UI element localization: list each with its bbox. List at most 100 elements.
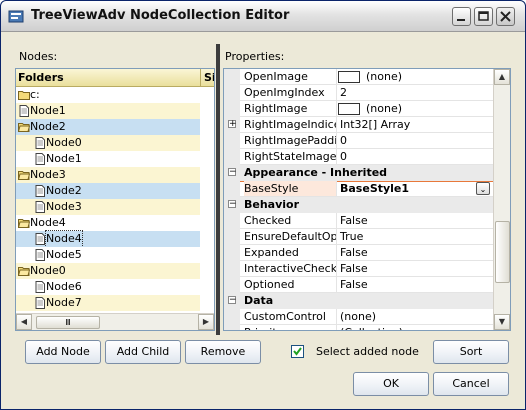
tree-node[interactable]: Node0 (16, 135, 214, 151)
property-grid[interactable]: OpenImage (none) OpenImgIndex 2 RightImage (n… (223, 68, 511, 331)
chevron-down-icon[interactable]: ⌄ (476, 182, 490, 195)
tree-node[interactable]: Node6 (16, 279, 214, 295)
property-row[interactable]: OpenImgIndex 2 (224, 85, 494, 101)
property-row[interactable]: Expanded False (224, 245, 494, 261)
remove-label: Remove (200, 345, 246, 358)
tree-node[interactable]: Node2 (16, 183, 214, 199)
document-icon (35, 153, 45, 165)
sort-button[interactable]: Sort (433, 340, 509, 364)
add-node-button[interactable]: Add Node (25, 340, 101, 364)
property-row[interactable]: RightImagePadding 0 (224, 133, 494, 149)
property-value[interactable]: False (340, 277, 368, 293)
tree-node[interactable]: c: (16, 87, 214, 103)
property-name: RightImageIndices (244, 118, 336, 131)
property-value[interactable]: (none) (340, 309, 376, 325)
tree-node-label: Node0 (46, 136, 82, 149)
scroll-left-button[interactable]: ◀ (16, 314, 32, 330)
tree-node[interactable]: Node4 (16, 215, 214, 231)
property-category[interactable]: − Appearance - Inherited (224, 165, 510, 181)
property-value[interactable]: 2 (340, 85, 347, 101)
document-icon (35, 249, 45, 261)
property-value[interactable]: True (340, 229, 363, 245)
property-value[interactable]: 0 (340, 149, 347, 165)
property-name: Expanded (244, 246, 299, 259)
document-icon (35, 185, 45, 197)
property-value[interactable]: (Collection) (340, 325, 403, 330)
panel-splitter[interactable] (216, 44, 220, 335)
tree-scroll-thumb[interactable]: Ⅲ (36, 316, 100, 329)
tree-node[interactable]: Node7 (16, 295, 214, 311)
property-row[interactable]: + RightImageIndices Int32[] Array (224, 117, 494, 133)
tree-horizontal-scrollbar[interactable]: ◀ Ⅲ ▶ (16, 313, 214, 330)
property-row[interactable]: CustomControl (none) (224, 309, 494, 325)
tree-node-label: Node0 (30, 264, 66, 277)
scroll-up-button[interactable]: ▲ (494, 69, 510, 85)
tree-node[interactable]: Node1 (16, 103, 214, 119)
property-name: CustomControl (244, 310, 326, 323)
property-vertical-scrollbar[interactable]: ▲ ▼ (493, 69, 510, 330)
property-name: InteractiveCheckB (244, 262, 336, 275)
remove-button[interactable]: Remove (185, 340, 261, 364)
property-value[interactable]: (none) (366, 69, 402, 85)
title-bar[interactable]: TreeViewAdv NodeCollection Editor (1, 1, 525, 32)
tree-node-label: Node3 (46, 200, 82, 213)
column-header-folders[interactable]: Folders (18, 71, 64, 84)
tree-node-label: Node4 (45, 230, 83, 248)
column-header-size[interactable]: Si (204, 71, 214, 84)
property-row[interactable]: Priority (Collection) (224, 325, 494, 330)
cancel-button[interactable]: Cancel (433, 372, 509, 396)
property-row[interactable]: RightImage (none) (224, 101, 494, 117)
property-row[interactable]: Optioned False (224, 277, 494, 293)
select-added-node-label[interactable]: Select added node (316, 345, 419, 358)
document-icon (35, 281, 45, 293)
collapse-icon[interactable]: − (228, 168, 237, 177)
tree-node[interactable]: Node3 (16, 199, 214, 215)
property-row[interactable]: InteractiveCheckB False (224, 261, 494, 277)
property-scroll-thumb[interactable] (495, 221, 510, 283)
property-value[interactable]: 0 (340, 133, 347, 149)
property-value[interactable]: Int32[] Array (340, 117, 410, 133)
property-category[interactable]: − Data (224, 293, 510, 309)
tree-node[interactable]: Node2 (16, 119, 214, 135)
property-name: Priority (244, 325, 336, 330)
checkmark-icon (293, 347, 302, 356)
property-value[interactable]: (none) (366, 101, 402, 117)
tree-node[interactable]: Node0 (16, 263, 214, 279)
property-row[interactable]: Checked False (224, 213, 494, 229)
category-label: Data (244, 294, 274, 307)
property-row[interactable]: OpenImage (none) (224, 69, 494, 85)
collapse-icon[interactable]: − (228, 296, 237, 305)
property-row[interactable]: EnsureDefaultOptio True (224, 229, 494, 245)
property-row[interactable]: BaseStyle BaseStyle1 ⌄ (224, 181, 494, 197)
folder-open-icon (18, 123, 30, 132)
nodes-tree[interactable]: Folders Si c: Node1 Node2 Node0 Node1 Node3 No… (15, 68, 215, 331)
tree-node[interactable]: Node1 (16, 151, 214, 167)
ok-button[interactable]: OK (353, 372, 429, 396)
expand-icon[interactable]: + (228, 120, 237, 129)
close-button[interactable] (496, 7, 515, 26)
tree-node-label: Node5 (46, 248, 82, 261)
scroll-right-button[interactable]: ▶ (198, 314, 214, 330)
tree-node-label: c: (30, 88, 40, 101)
maximize-icon (478, 11, 489, 21)
property-category[interactable]: − Behavior (224, 197, 510, 213)
property-value[interactable]: False (340, 213, 368, 229)
tree-node-label: Node6 (46, 280, 82, 293)
scroll-down-button[interactable]: ▼ (494, 314, 510, 330)
app-icon (8, 10, 24, 23)
document-icon (35, 297, 45, 309)
add-child-button[interactable]: Add Child (105, 340, 181, 364)
minimize-button[interactable] (452, 7, 471, 26)
collapse-icon[interactable]: − (228, 200, 237, 209)
tree-node[interactable]: Node4 (16, 230, 214, 248)
window-title: TreeViewAdv NodeCollection Editor (31, 8, 290, 23)
maximize-button[interactable] (474, 7, 493, 26)
property-value[interactable]: BaseStyle1 (340, 181, 409, 197)
nodes-label: Nodes: (19, 50, 58, 63)
property-value[interactable]: False (340, 245, 368, 261)
property-value[interactable]: False (340, 261, 368, 277)
property-row[interactable]: RightStateImagePa 0 (224, 149, 494, 165)
select-added-node-checkbox[interactable] (291, 345, 304, 358)
tree-node[interactable]: Node5 (16, 247, 214, 263)
tree-node[interactable]: Node3 (16, 167, 214, 183)
